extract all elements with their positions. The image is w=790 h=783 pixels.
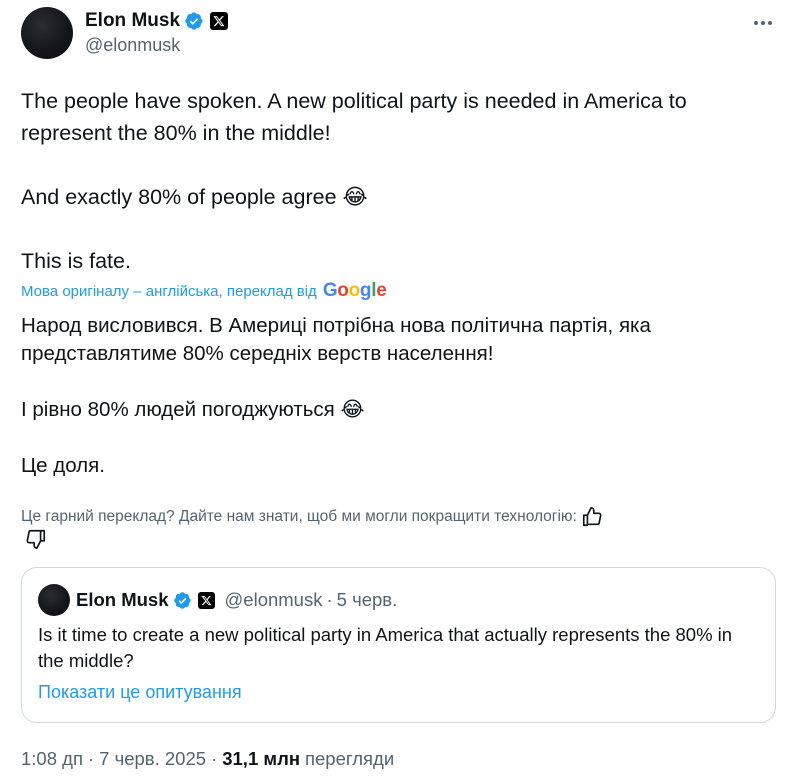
tweet-date[interactable]: 7 черв. 2025	[99, 748, 206, 770]
translation-attribution: Мова оригіналу – англійська, переклад ві…	[21, 280, 387, 302]
verified-badge-icon	[185, 12, 203, 30]
feedback-prompt: Це гарний переклад? Дайте нам знати, щоб…	[21, 508, 577, 526]
tweet-header: Elon Musk @elonmusk	[21, 7, 781, 59]
author-name-row: Elon Musk	[85, 9, 229, 33]
tweet-text: The people have spoken. A new political …	[21, 89, 687, 273]
tweet-meta: 1:08 дп · 7 черв. 2025 · 31,1 млн перегл…	[21, 748, 394, 770]
quoted-author-handle[interactable]: @elonmusk	[225, 589, 323, 611]
quoted-text: Is it time to create a new political par…	[38, 624, 733, 671]
avatar[interactable]	[21, 7, 73, 59]
views-count[interactable]: 31,1 млн	[222, 748, 300, 770]
thumbs-up-icon[interactable]	[581, 506, 603, 528]
tweet-time[interactable]: 1:08 дп	[21, 748, 83, 770]
verified-badge-icon	[173, 591, 191, 609]
quoted-header: Elon Musk @elonmusk · 5 черв.	[76, 588, 397, 612]
quoted-date[interactable]: 5 черв.	[337, 589, 398, 611]
translation-feedback: Це гарний переклад? Дайте нам знати, щоб…	[21, 506, 761, 528]
translated-text: Народ висловився. В Америці потрібна нов…	[21, 314, 651, 477]
quoted-tweet[interactable]: Elon Musk @elonmusk · 5 черв. Is it time…	[21, 567, 776, 723]
quoted-avatar[interactable]	[38, 584, 70, 616]
google-logo: Google	[322, 280, 387, 301]
views-label: перегляди	[305, 748, 395, 769]
thumbs-down-icon[interactable]	[25, 528, 47, 550]
more-options-icon[interactable]	[751, 13, 775, 33]
separator-dot: ·	[211, 748, 218, 769]
author-name[interactable]: Elon Musk	[85, 10, 180, 32]
translation-label: Мова оригіналу – англійська, переклад ві…	[21, 282, 317, 300]
separator-dot: ·	[87, 748, 95, 769]
separator-dot: ·	[326, 589, 333, 610]
x-logo-icon	[210, 12, 229, 30]
show-poll-link[interactable]: Показати це опитування	[38, 682, 242, 703]
author-handle[interactable]: @elonmusk	[85, 35, 180, 56]
quoted-author-name[interactable]: Elon Musk	[76, 589, 169, 611]
x-logo-icon	[197, 591, 215, 609]
